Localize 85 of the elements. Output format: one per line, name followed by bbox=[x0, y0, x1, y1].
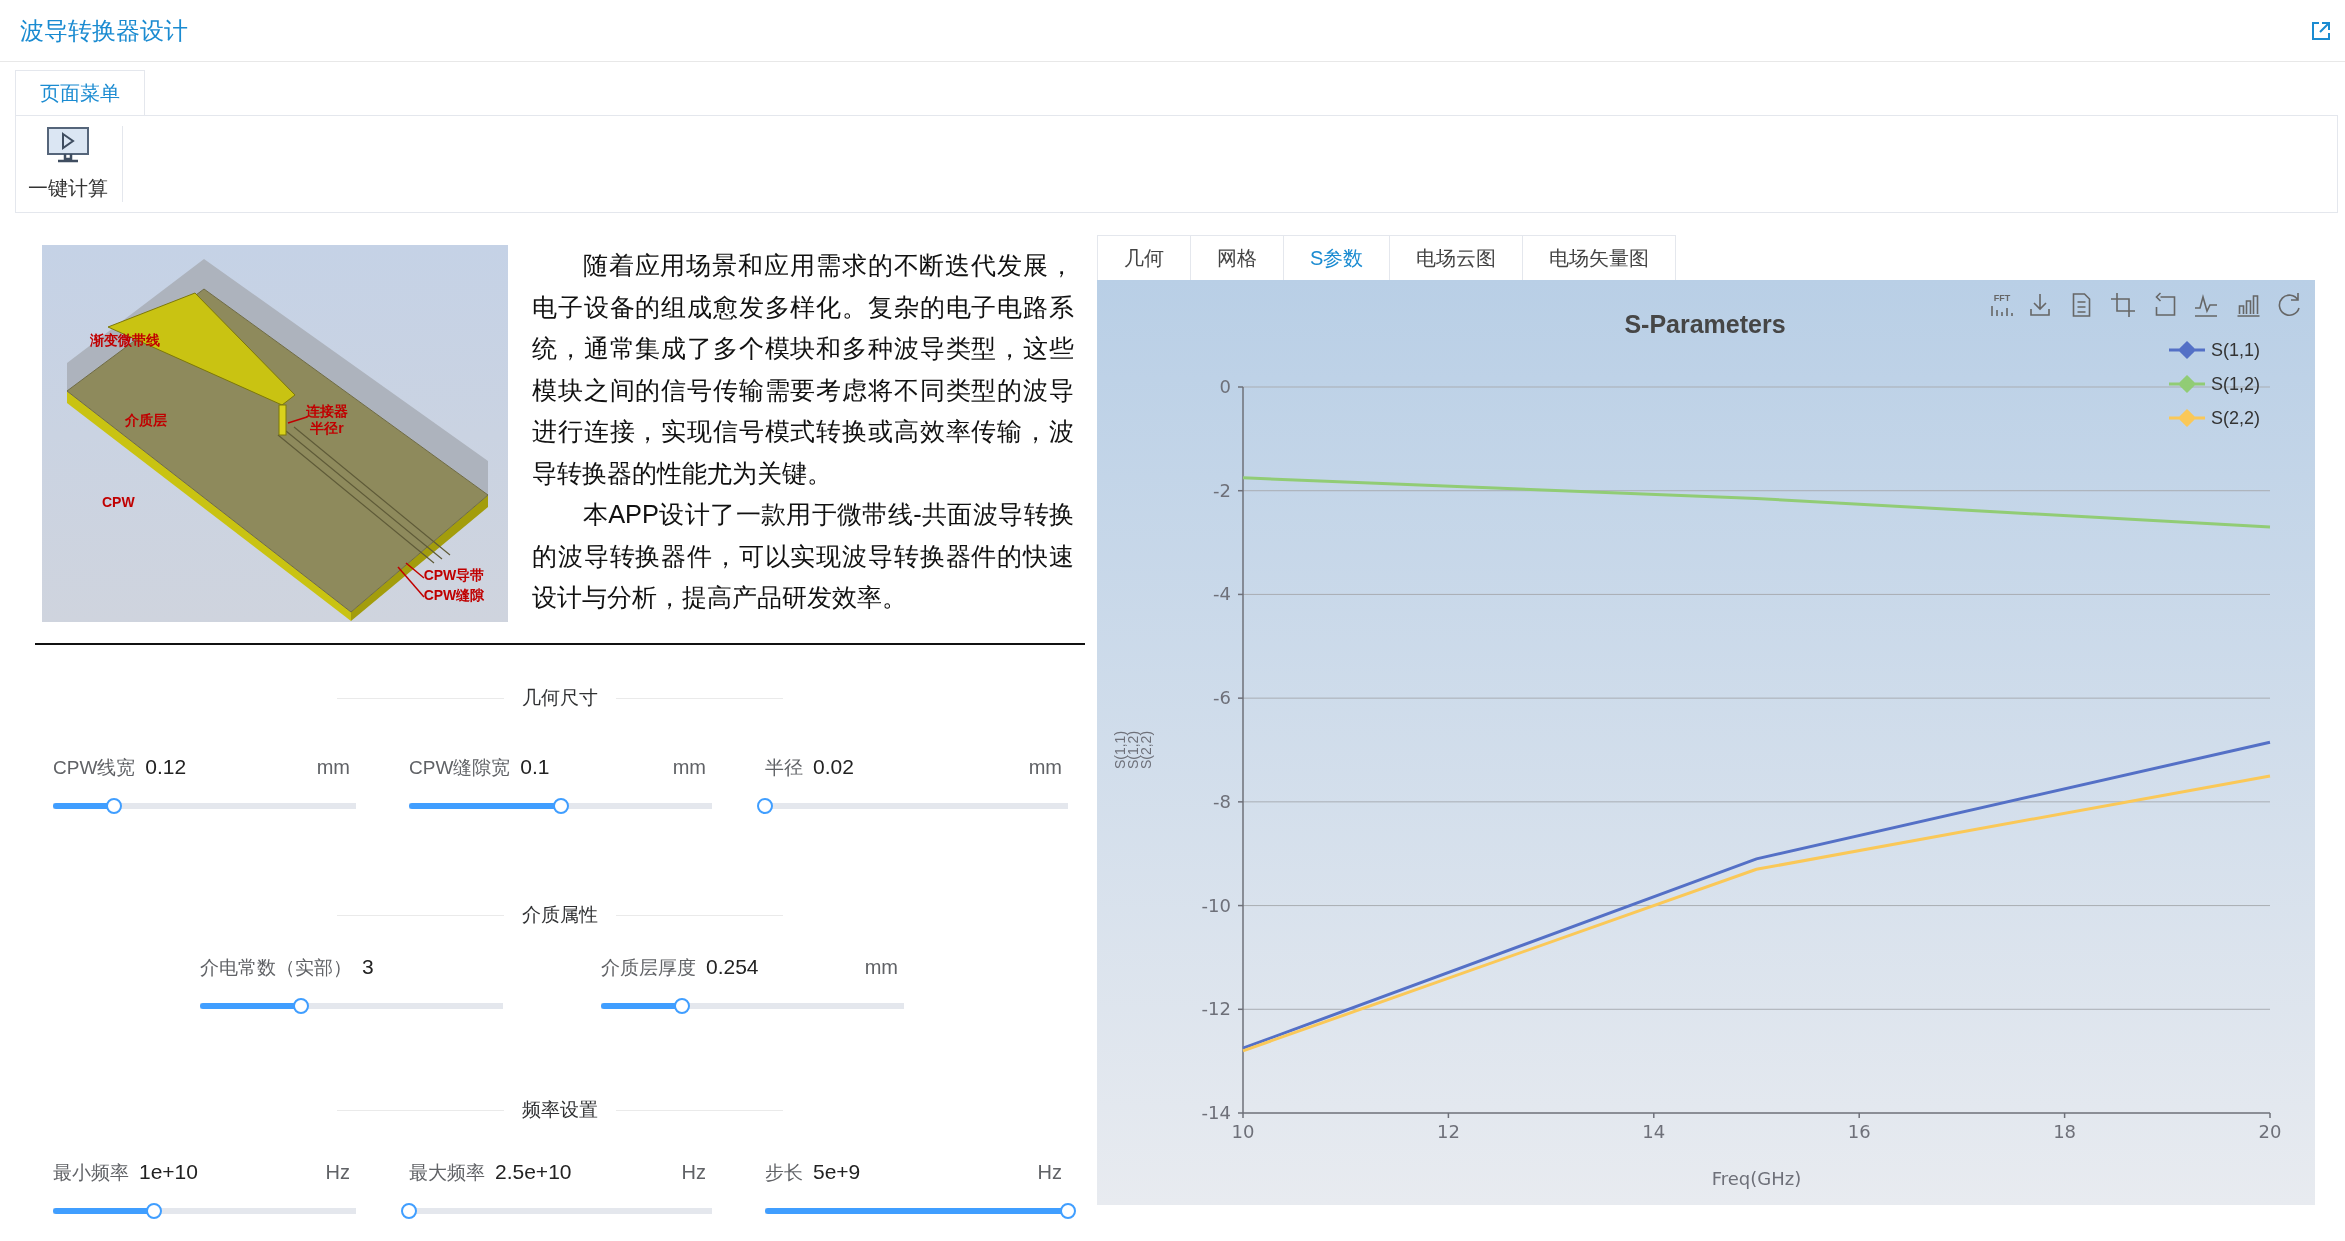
view-tab[interactable]: 网格 bbox=[1190, 235, 1283, 280]
slider-thumb[interactable] bbox=[552, 798, 569, 814]
param-value: 0.02 bbox=[813, 755, 854, 779]
axis-label: 16 bbox=[1847, 1121, 1871, 1142]
view-tab[interactable]: 电场云图 bbox=[1389, 235, 1523, 280]
param-value: 2.5e+10 bbox=[495, 1160, 572, 1184]
line-chart-icon[interactable] bbox=[2194, 294, 2218, 317]
param-label: CPW线宽 bbox=[53, 756, 136, 780]
section-title: 频率设置 bbox=[522, 1098, 598, 1122]
diagram-label: 连接器 bbox=[306, 403, 348, 419]
axis-title: Freq(GHz) bbox=[1711, 1168, 1802, 1189]
unit-label: Hz bbox=[325, 1161, 351, 1184]
menu-tab[interactable]: 页面菜单 bbox=[15, 70, 145, 115]
diagram-label: CPW bbox=[102, 494, 135, 510]
slider-thumb[interactable] bbox=[292, 998, 309, 1014]
diagram-label: CPW缝隙 bbox=[423, 587, 485, 603]
unit-label: Hz bbox=[1037, 1161, 1063, 1184]
axis-label: 12 bbox=[1436, 1121, 1460, 1142]
download-icon[interactable] bbox=[2030, 293, 2050, 316]
section-title: 几何尺寸 bbox=[522, 686, 598, 710]
axis-label: 14 bbox=[1642, 1121, 1666, 1142]
slider-thumb[interactable] bbox=[757, 798, 773, 814]
param-label: 半径 bbox=[765, 756, 803, 780]
axis-label: -6 bbox=[1213, 687, 1231, 709]
param-label: 介电常数（实部） bbox=[200, 956, 352, 980]
unit-label: mm bbox=[672, 756, 707, 779]
intro-paragraph: 本APP设计了一款用于微带线-共面波导转换的波导转换器件，可以实现波导转换器件的快速设计与分析，提高产品研发效率。 bbox=[532, 499, 1074, 613]
axis-label: -8 bbox=[1213, 790, 1231, 812]
slider-thumb[interactable] bbox=[673, 998, 690, 1014]
param-label: 最大频率 bbox=[409, 1161, 485, 1185]
share-icon[interactable] bbox=[2311, 20, 2331, 41]
param-value: 0.254 bbox=[706, 955, 759, 979]
axis-label: -10 bbox=[1201, 894, 1231, 916]
param-value: 0.12 bbox=[145, 755, 187, 779]
axis-label: 20 bbox=[2258, 1121, 2282, 1142]
legend-item[interactable]: S(1,1) bbox=[2167, 340, 2261, 360]
refresh-icon[interactable] bbox=[2278, 292, 2300, 316]
view-tab[interactable]: 几何 bbox=[1097, 235, 1190, 280]
section-title: 介质属性 bbox=[522, 903, 598, 927]
axis-label: 18 bbox=[2053, 1121, 2077, 1142]
param-label: 最小频率 bbox=[53, 1161, 129, 1185]
leader-line bbox=[287, 416, 308, 424]
bar-chart-icon[interactable] bbox=[2236, 295, 2261, 317]
slider-thumb[interactable] bbox=[401, 1203, 417, 1219]
undo-icon[interactable] bbox=[2155, 292, 2176, 316]
legend-label: S(1,2) bbox=[2211, 374, 2261, 394]
legend-item[interactable]: S(2,2) bbox=[2167, 408, 2261, 428]
crop-icon[interactable] bbox=[2110, 292, 2136, 318]
diagram-label: 介质层 bbox=[125, 412, 167, 428]
intro-paragraph: 随着应用场景和应用需求的不断迭代发展，电子设备的组成愈发多样化。复杂的电子电路系统，通常集成了多个模块和多种波导类型，这些模块之间的信号传输需要考虑将不同类型的波导进行连接，实现信号模式转换或高效率传输，波导转换器的性能尤为关键。 bbox=[532, 250, 1074, 489]
fft-button[interactable]: FFT bbox=[1991, 293, 2013, 317]
view-tab[interactable]: 电场矢量图 bbox=[1522, 235, 1677, 280]
unit-label: Hz bbox=[681, 1161, 707, 1184]
param-value: 1e+10 bbox=[139, 1160, 198, 1184]
document-icon[interactable] bbox=[2072, 293, 2091, 317]
view-tab[interactable]: S参数 bbox=[1283, 235, 1390, 280]
axis-label: -12 bbox=[1201, 998, 1231, 1020]
legend-label: S(1,1) bbox=[2211, 340, 2261, 360]
axis-title: S(1,1) S(1,2) S(2,2) bbox=[1112, 730, 1154, 770]
diagram-label: CPW导带 bbox=[423, 567, 485, 583]
param-value: 5e+9 bbox=[813, 1160, 861, 1184]
diagram-label: 渐变微带线 bbox=[90, 332, 160, 348]
axis-label: 0 bbox=[1219, 376, 1231, 397]
legend-item[interactable]: S(1,2) bbox=[2167, 374, 2261, 394]
monitor-play-icon[interactable] bbox=[46, 126, 90, 164]
unit-label: mm bbox=[316, 756, 351, 779]
unit-label: mm bbox=[864, 956, 899, 979]
app-title: 波导转换器设计 bbox=[20, 15, 188, 46]
axis-label: 10 bbox=[1231, 1121, 1255, 1142]
unit-label: mm bbox=[1028, 756, 1063, 779]
legend-label: S(2,2) bbox=[2211, 408, 2261, 428]
tool-label[interactable]: 一键计算 bbox=[28, 175, 108, 202]
param-label: 介质层厚度 bbox=[601, 956, 696, 980]
param-value: 0.1 bbox=[520, 755, 550, 779]
slider-thumb[interactable] bbox=[145, 1203, 162, 1219]
diagram-label: 半径r bbox=[310, 420, 344, 436]
param-value: 3 bbox=[362, 955, 374, 979]
slider-thumb[interactable] bbox=[1060, 1203, 1076, 1219]
param-label: CPW缝隙宽 bbox=[409, 756, 511, 780]
chart-title: S-Parameters bbox=[1624, 310, 1786, 338]
axis-label: -14 bbox=[1201, 1102, 1231, 1123]
slider-thumb[interactable] bbox=[105, 798, 122, 814]
axis-label: -2 bbox=[1213, 479, 1231, 501]
param-label: 步长 bbox=[765, 1161, 803, 1185]
axis-label: -4 bbox=[1213, 583, 1231, 605]
